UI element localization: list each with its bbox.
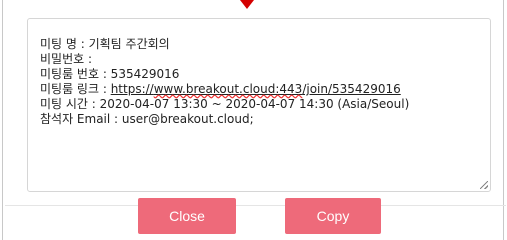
close-button[interactable]: Close xyxy=(138,198,236,234)
meeting-attendee-line: 참석자 Email : user@breakout.cloud; xyxy=(40,112,254,126)
footer-divider xyxy=(5,205,506,206)
meeting-info-textarea[interactable]: 미팅 명 : 기획팀 주간회의 비밀번호 : 미팅룸 번호 : 53542901… xyxy=(27,18,491,192)
copy-button[interactable]: Copy xyxy=(285,198,381,234)
link-url-path: /join/535429016 xyxy=(302,82,401,96)
meeting-info-dialog: 미팅 명 : 기획팀 주간회의 비밀번호 : 미팅룸 번호 : 53542901… xyxy=(2,0,506,240)
meeting-room-link-label: 미팅룸 링크 : xyxy=(40,82,111,96)
link-url-scheme: https:// xyxy=(110,82,154,96)
link-url-host: www.breakout.cloud:443 xyxy=(153,82,303,96)
meeting-room-number-line: 미팅룸 번호 : 535429016 xyxy=(40,67,180,81)
meeting-room-link-url[interactable]: https://www.breakout.cloud:443/join/5354… xyxy=(111,82,401,96)
meeting-time-line: 미팅 시간 : 2020-04-07 13:30 ~ 2020-04-07 14… xyxy=(40,97,410,111)
caret-down-icon xyxy=(240,0,254,9)
meeting-name-line: 미팅 명 : 기획팀 주간회의 xyxy=(40,37,170,51)
resize-grip-icon[interactable] xyxy=(480,181,488,189)
meeting-password-line: 비밀번호 : xyxy=(40,52,93,66)
meeting-room-link-line: 미팅룸 링크 : https://www.breakout.cloud:443/… xyxy=(40,82,478,97)
